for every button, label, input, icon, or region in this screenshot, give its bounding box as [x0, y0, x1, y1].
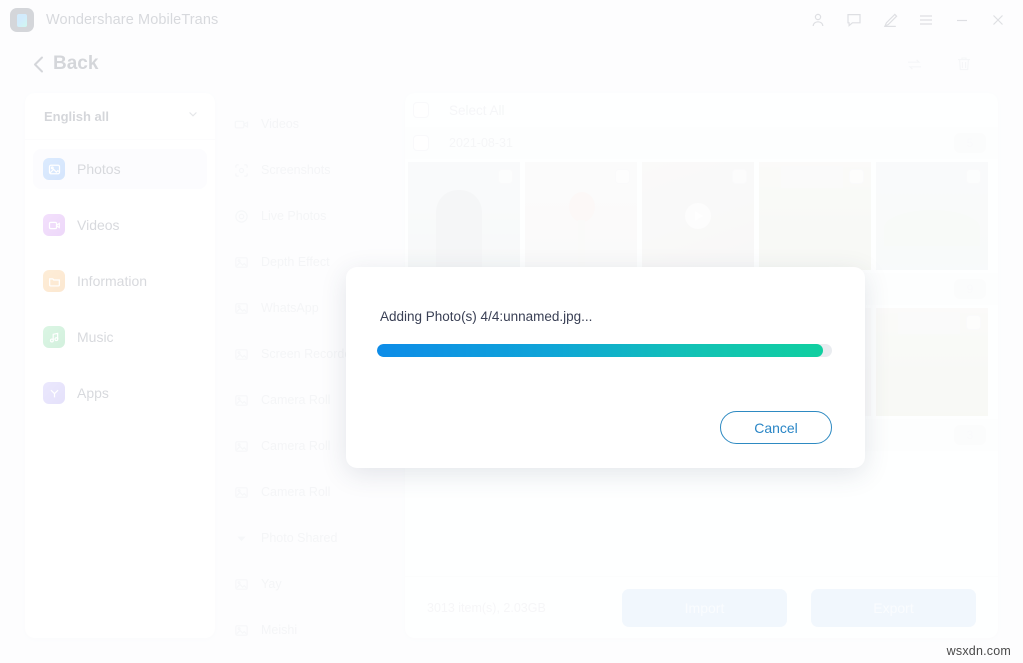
application-window: Wondershare MobileTrans	[0, 0, 1023, 663]
progress-bar	[377, 344, 832, 357]
progress-dialog: Adding Photo(s) 4/4:unnamed.jpg... Cance…	[346, 267, 865, 468]
progress-bar-fill	[377, 344, 823, 357]
progress-message: Adding Photo(s) 4/4:unnamed.jpg...	[380, 309, 593, 324]
cancel-button[interactable]: Cancel	[720, 411, 832, 444]
watermark: wsxdn.com	[946, 644, 1011, 658]
